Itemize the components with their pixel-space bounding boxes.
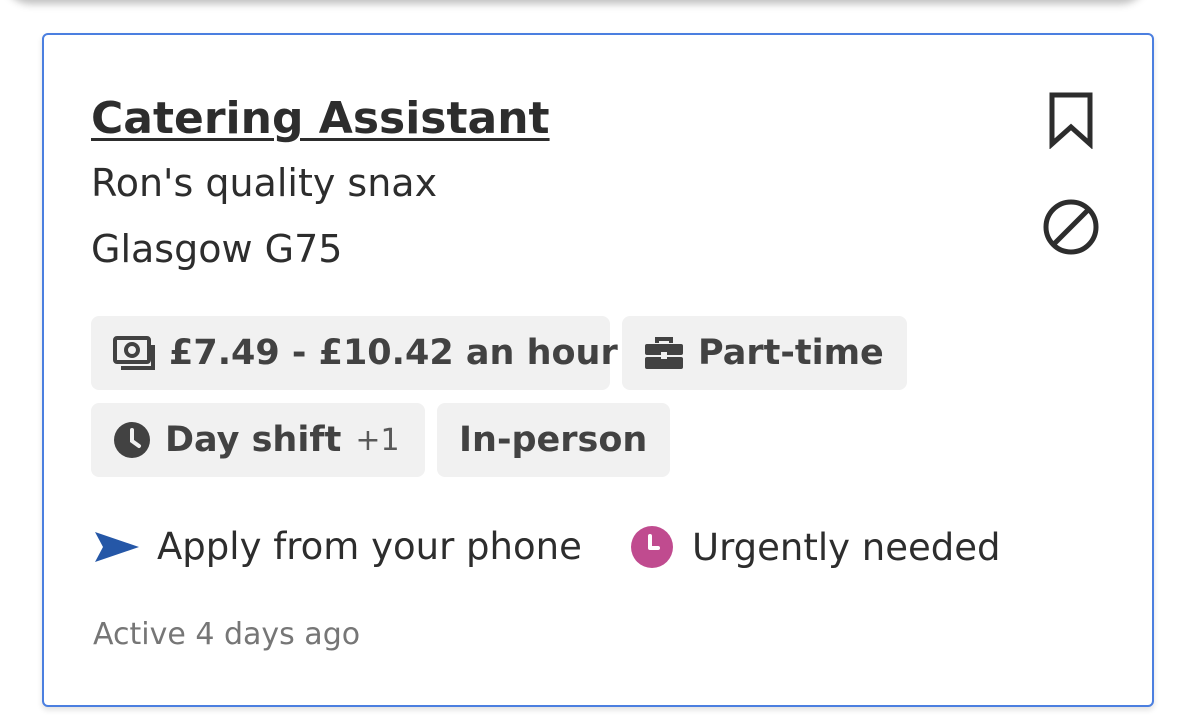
save-job-button[interactable] (1036, 85, 1106, 155)
job-type-chip: Part-time (622, 316, 907, 390)
apply-from-phone-badge: Apply from your phone (93, 525, 582, 568)
job-results-page: Catering Assistant Ron's quality snax Gl… (0, 0, 1200, 723)
apply-label: Apply from your phone (157, 525, 582, 568)
shift-chip: Day shift +1 (91, 403, 425, 477)
work-mode-label: In-person (459, 420, 648, 460)
not-interested-icon (1043, 199, 1099, 255)
salary-label: £7.49 - £10.42 an hour (169, 333, 618, 373)
shift-more-count: +1 (355, 422, 400, 458)
job-type-label: Part-time (698, 333, 884, 373)
work-mode-chip: In-person (437, 403, 670, 477)
urgent-label: Urgently needed (692, 525, 1001, 569)
company-name: Ron's quality snax (91, 161, 438, 205)
send-arrow-icon (95, 531, 139, 562)
job-location: Glasgow G75 (91, 227, 343, 271)
job-title-link[interactable]: Catering Assistant (91, 89, 550, 149)
shift-label: Day shift (165, 420, 342, 460)
urgently-needed-badge: Urgently needed (630, 525, 1001, 569)
clock-icon (114, 422, 150, 458)
salary-chip: £7.49 - £10.42 an hour (91, 316, 618, 390)
urgent-clock-icon (631, 526, 673, 568)
job-card[interactable]: Catering Assistant Ron's quality snax Gl… (42, 33, 1154, 707)
bookmark-icon (1049, 92, 1093, 149)
active-date: Active 4 days ago (93, 617, 361, 652)
money-icon (113, 336, 155, 370)
not-interested-button[interactable] (1036, 192, 1106, 262)
briefcase-icon (645, 337, 683, 369)
